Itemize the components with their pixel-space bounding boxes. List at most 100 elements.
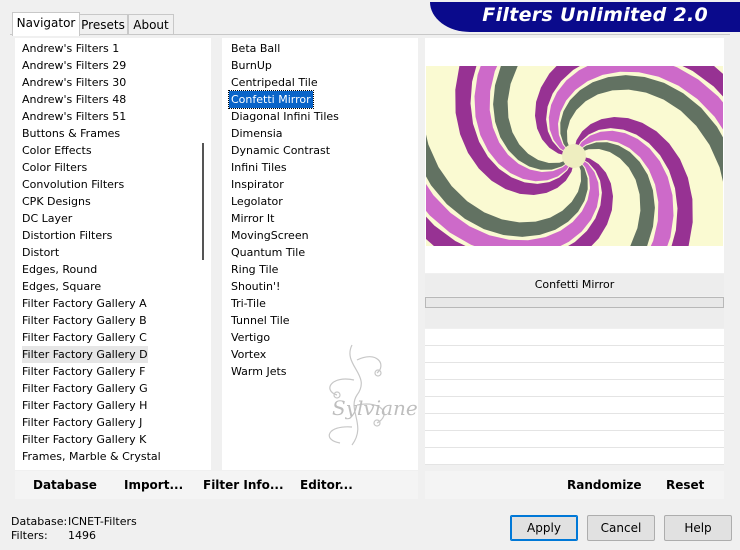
reset-button[interactable]: Reset xyxy=(666,478,704,492)
filter-item[interactable]: Diagonal Infini Tiles xyxy=(227,108,417,125)
category-item-label: Filter Factory Gallery C xyxy=(22,331,147,344)
parameter-row xyxy=(425,397,724,414)
parameter-header xyxy=(425,308,724,328)
filter-item-label: Diagonal Infini Tiles xyxy=(231,110,339,123)
category-item[interactable]: CPK Designs xyxy=(18,193,208,210)
filter-item-label: Ring Tile xyxy=(231,263,279,276)
parameter-row xyxy=(425,380,724,397)
filter-item-label: Shoutin'! xyxy=(231,280,281,293)
filter-item[interactable]: Confetti Mirror xyxy=(227,90,417,109)
category-item[interactable]: Distortion Filters xyxy=(18,227,208,244)
category-item[interactable]: Color Effects xyxy=(18,142,208,159)
category-item[interactable]: Buttons & Frames xyxy=(18,125,208,142)
category-item-label: Andrew's Filters 1 xyxy=(22,42,120,55)
category-item-label: Frames, Marble & Crystal xyxy=(22,450,161,463)
banner-title: Filters Unlimited 2.0 xyxy=(482,4,708,26)
category-item[interactable]: Filter Factory Gallery G xyxy=(18,380,208,397)
tab-divider xyxy=(10,34,730,35)
filter-item-label: Dimensia xyxy=(231,127,283,140)
progress-bar xyxy=(425,297,724,308)
category-item[interactable]: Filter Factory Gallery F xyxy=(18,363,208,380)
category-item-label: Color Filters xyxy=(22,161,88,174)
filter-item[interactable]: BurnUp xyxy=(227,57,417,74)
category-item-label: Filter Factory Gallery D xyxy=(22,346,148,363)
filter-item[interactable]: Inspirator xyxy=(227,176,417,193)
category-item[interactable]: Filter Factory Gallery K xyxy=(18,431,208,448)
filter-item[interactable]: Ring Tile xyxy=(227,261,417,278)
category-item[interactable]: Filter Factory Gallery C xyxy=(18,329,208,346)
parameter-row xyxy=(425,414,724,431)
category-item[interactable]: Convolution Filters xyxy=(18,176,208,193)
category-item[interactable]: Filter Factory Gallery B xyxy=(18,312,208,329)
category-list-panel[interactable]: Andrew's Filters 1 Andrew's Filters 29 And… xyxy=(15,38,211,470)
category-item-label: Andrew's Filters 48 xyxy=(22,93,127,106)
category-item-label: Filter Factory Gallery G xyxy=(22,382,148,395)
filter-item[interactable]: Beta Ball xyxy=(227,40,417,57)
filter-item-label: MovingScreen xyxy=(231,229,309,242)
category-item[interactable]: Filter Factory Gallery J xyxy=(18,414,208,431)
category-item-label: Filter Factory Gallery F xyxy=(22,365,146,378)
category-item-label: Filter Factory Gallery H xyxy=(22,399,148,412)
category-item-label: DC Layer xyxy=(22,212,73,225)
category-item[interactable]: Color Filters xyxy=(18,159,208,176)
category-item[interactable]: Andrew's Filters 29 xyxy=(18,57,208,74)
tab-about[interactable]: About xyxy=(128,14,174,35)
category-list[interactable]: Andrew's Filters 1 Andrew's Filters 29 And… xyxy=(18,40,208,468)
parameter-row xyxy=(425,431,724,448)
category-item-label: Distortion Filters xyxy=(22,229,113,242)
tab-presets[interactable]: Presets xyxy=(78,14,128,35)
filter-item[interactable]: Quantum Tile xyxy=(227,244,417,261)
filter-info-button[interactable]: Filter Info... xyxy=(203,478,284,492)
filter-item-label: Dynamic Contrast xyxy=(231,144,331,157)
category-item[interactable]: Edges, Square xyxy=(18,278,208,295)
filter-item[interactable]: MovingScreen xyxy=(227,227,417,244)
filter-name-label: Confetti Mirror xyxy=(425,274,724,296)
filter-item-label: Tri-Tile xyxy=(231,297,266,310)
filter-item-label: Centripedal Tile xyxy=(231,76,318,89)
category-item-label: Edges, Round xyxy=(22,263,98,276)
editor-button[interactable]: Editor... xyxy=(300,478,353,492)
database-button[interactable]: Database xyxy=(33,478,97,492)
randomize-button[interactable]: Randomize xyxy=(567,478,641,492)
filter-item[interactable]: Shoutin'! xyxy=(227,278,417,295)
category-item-label: Buttons & Frames xyxy=(22,127,121,140)
category-item[interactable]: Edges, Round xyxy=(18,261,208,278)
filter-item[interactable]: Dynamic Contrast xyxy=(227,142,417,159)
category-item-label: Filter Factory Gallery J xyxy=(22,416,143,429)
category-item[interactable]: Distort xyxy=(18,244,208,261)
help-button[interactable]: Help xyxy=(664,515,732,541)
category-item[interactable]: Filter Factory Gallery D xyxy=(18,346,208,363)
category-item[interactable]: Filter Factory Gallery A xyxy=(18,295,208,312)
category-item[interactable]: Andrew's Filters 48 xyxy=(18,91,208,108)
category-item[interactable]: Andrew's Filters 51 xyxy=(18,108,208,125)
parameter-row xyxy=(425,448,724,465)
preview-image xyxy=(426,66,723,246)
filters-status-label: Filters: xyxy=(11,529,48,542)
filter-item[interactable]: Tri-Tile xyxy=(227,295,417,312)
filter-item-label: Mirror It xyxy=(231,212,275,225)
filter-item[interactable]: Mirror It xyxy=(227,210,417,227)
tab-navigator[interactable]: Navigator xyxy=(12,12,80,36)
swirl-center xyxy=(562,144,586,168)
product-banner: Filters Unlimited 2.0 xyxy=(430,2,740,32)
category-item[interactable]: Frames, Marble & Crystal xyxy=(18,448,208,465)
category-item-label: Andrew's Filters 51 xyxy=(22,110,127,123)
cancel-button[interactable]: Cancel xyxy=(587,515,655,541)
import-button[interactable]: Import... xyxy=(124,478,183,492)
filter-item-label: Vortex xyxy=(231,348,267,361)
category-item[interactable]: Andrew's Filters 1 xyxy=(18,40,208,57)
filter-item[interactable]: Centripedal Tile xyxy=(227,74,417,91)
filter-item[interactable]: Infini Tiles xyxy=(227,159,417,176)
filter-item-label: Warm Jets xyxy=(231,365,287,378)
category-item-label: CPK Designs xyxy=(22,195,91,208)
category-item[interactable]: Filter Factory Gallery H xyxy=(18,397,208,414)
filter-item[interactable]: Dimensia xyxy=(227,125,417,142)
database-status-value: ICNET-Filters xyxy=(68,515,137,528)
filter-item[interactable]: Tunnel Tile xyxy=(227,312,417,329)
category-scrollbar-thumb[interactable] xyxy=(202,143,204,260)
category-item[interactable]: Andrew's Filters 30 xyxy=(18,74,208,91)
apply-button[interactable]: Apply xyxy=(510,515,578,541)
filter-item[interactable]: Legolator xyxy=(227,193,417,210)
filter-item-label: BurnUp xyxy=(231,59,272,72)
category-item[interactable]: DC Layer xyxy=(18,210,208,227)
